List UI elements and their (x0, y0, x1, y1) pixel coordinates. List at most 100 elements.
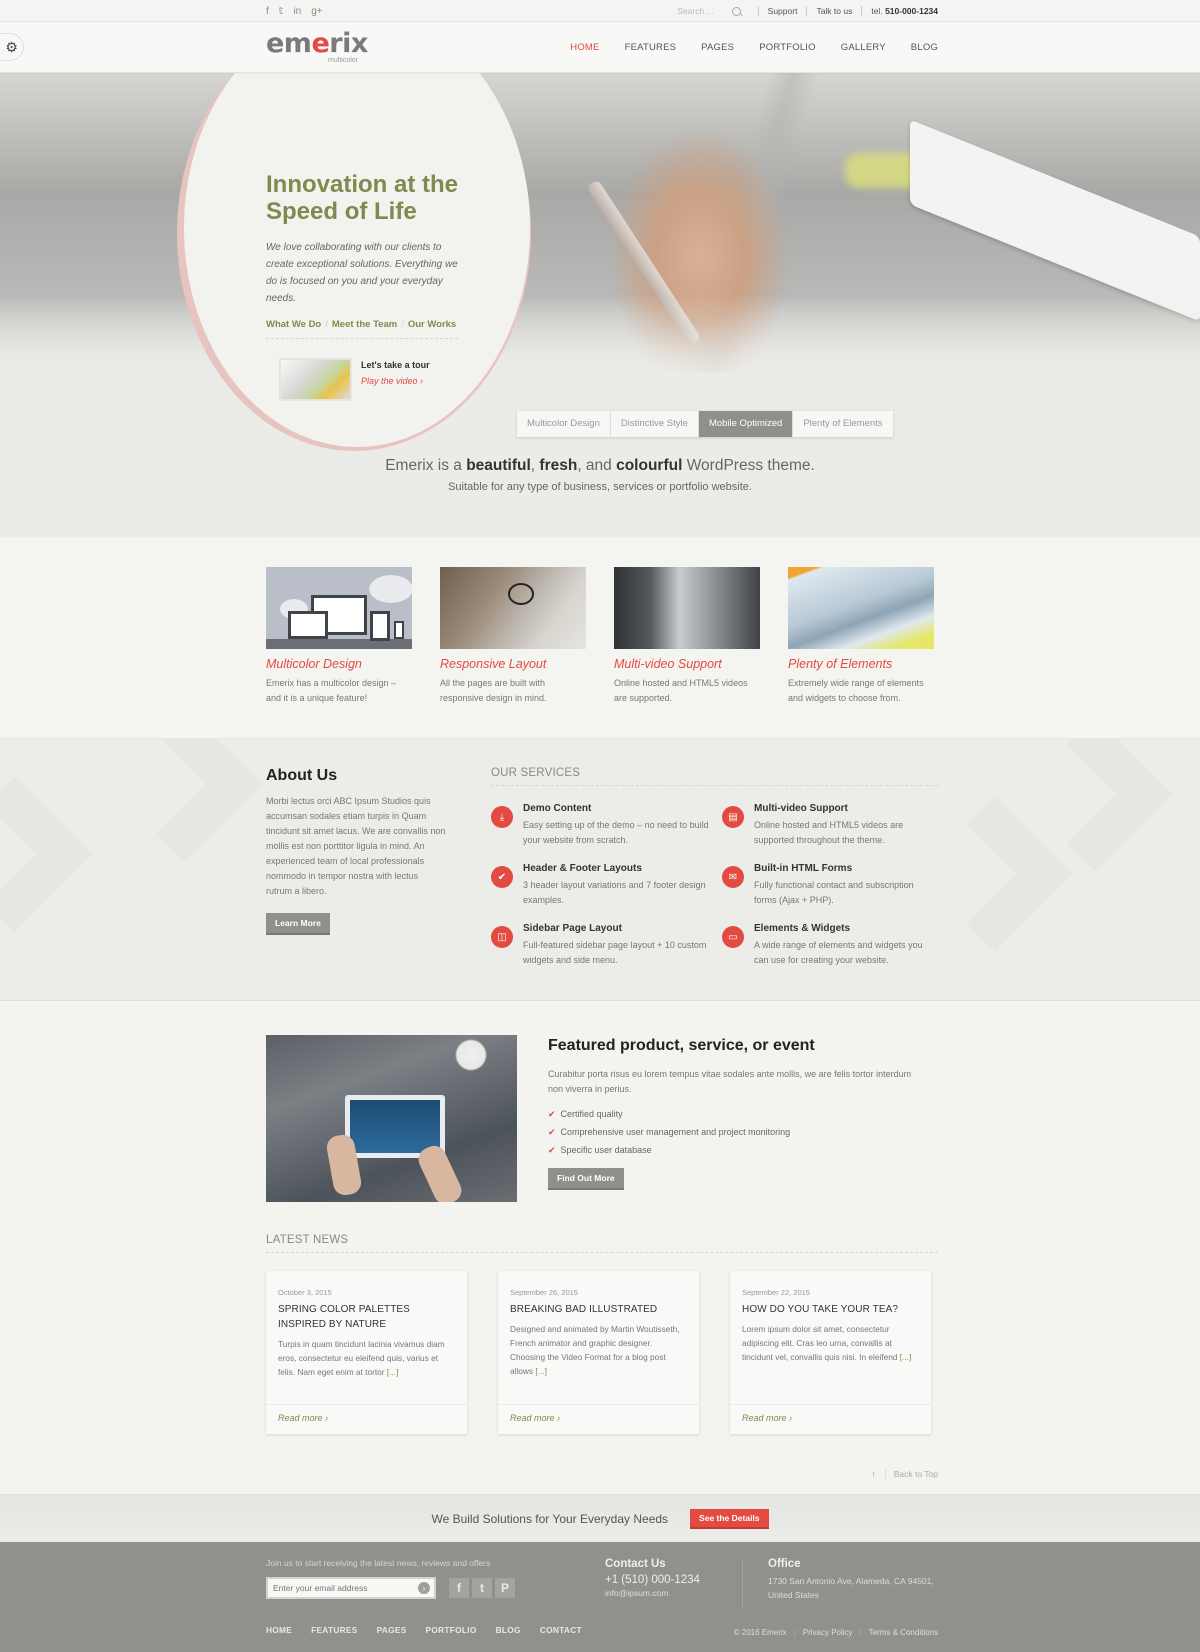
feature-title[interactable]: Multicolor Design (266, 657, 412, 671)
terms-link[interactable]: Terms & Conditions (869, 1628, 938, 1637)
facebook-icon[interactable]: f (266, 6, 269, 17)
separator: / (401, 319, 404, 330)
see-details-button[interactable]: See the Details (690, 1508, 769, 1529)
news-date: September 26, 2015 (510, 1288, 578, 1297)
search-input[interactable]: Search ... (677, 6, 713, 16)
service-item: ✔ Header & Footer Layouts 3 header layout… (491, 863, 722, 908)
footer-legal: © 2016 Emerix | Privacy Policy | Terms & Con… (734, 1628, 938, 1637)
nav-features[interactable]: FEATURES (625, 42, 677, 53)
newsletter-text: Join us to start receiving the latest ne… (266, 1558, 491, 1568)
news-title[interactable]: HOW DO YOU TAKE YOUR TEA? (742, 1302, 919, 1317)
contact-title: Contact Us (605, 1558, 666, 1570)
read-more-link[interactable]: Read more › (498, 1404, 699, 1434)
service-title: Built-in HTML Forms (754, 863, 853, 874)
news-card: October 3, 2015 SPRING COLOR PALETTES IN… (266, 1271, 467, 1434)
feature-image-elements[interactable] (788, 567, 934, 649)
back-to-top[interactable]: ↑ Back to Top (266, 1464, 938, 1484)
linkedin-icon[interactable]: in (293, 6, 301, 17)
tab-mobile-optimized[interactable]: Mobile Optimized (698, 411, 794, 437)
our-works-link[interactable]: Our Works (408, 319, 456, 330)
nav-home[interactable]: HOME (570, 42, 599, 53)
what-we-do-link[interactable]: What We Do (266, 319, 321, 330)
footer-nav-contact[interactable]: CONTACT (540, 1625, 582, 1635)
hero-section: Innovation at the Speed of Life We love … (0, 73, 1200, 465)
top-social-links: f 𝕥 in g+ (266, 6, 323, 17)
feature-image-responsive[interactable] (440, 567, 586, 649)
tab-distinctive-style[interactable]: Distinctive Style (611, 411, 699, 437)
footer-nav: HOME FEATURES PAGES PORTFOLIO BLOG CONTA… (266, 1625, 591, 1635)
footer-nav-portfolio[interactable]: PORTFOLIO (426, 1625, 477, 1635)
tab-multicolor-design[interactable]: Multicolor Design (517, 411, 611, 437)
about-text: Morbi lectus orci ABC Ipsum Studios quis… (266, 796, 446, 896)
feature-image-multivideo[interactable] (614, 567, 760, 649)
email-input[interactable] (273, 1583, 413, 1593)
logo[interactable]: emerix multicolor (266, 28, 368, 65)
facebook-icon[interactable]: f (449, 1578, 469, 1598)
support-link[interactable]: Support (768, 6, 798, 16)
search-icon[interactable] (731, 6, 741, 16)
service-title: Header & Footer Layouts (523, 863, 642, 874)
top-search[interactable]: Search ... (677, 6, 741, 16)
talk-to-us-link[interactable]: Talk to us (816, 6, 852, 16)
nav-blog[interactable]: BLOG (911, 42, 938, 53)
nav-pages[interactable]: PAGES (701, 42, 734, 53)
contact-email[interactable]: info@ipsum.com (605, 1588, 742, 1598)
learn-more-button[interactable]: Learn More (266, 913, 330, 935)
office-address: 1730 San Antonio Ave, Alameda, CA 94501,… (768, 1576, 934, 1600)
download-icon: ⤓ (491, 806, 513, 828)
privacy-policy-link[interactable]: Privacy Policy (803, 1628, 853, 1637)
hero-title: Innovation at the Speed of Life (266, 171, 466, 225)
excerpt-more-link[interactable]: [...] (535, 1366, 547, 1376)
feature-text: Extremely wide range of elements and wid… (788, 678, 924, 703)
tab-plenty-of-elements[interactable]: Plenty of Elements (793, 411, 892, 437)
hero-content: Innovation at the Speed of Life We love … (266, 171, 466, 401)
service-item: ✉ Built-in HTML Forms Fully functional co… (722, 863, 938, 908)
feature-image-multicolor[interactable] (266, 567, 412, 649)
tel-number: 510-000-1234 (885, 6, 938, 16)
news-title[interactable]: SPRING COLOR PALETTES INSPIRED BY NATURE (278, 1302, 455, 1332)
play-video-link[interactable]: Play the video › (361, 376, 430, 386)
service-text: Full-featured sidebar page layout + 10 c… (523, 940, 707, 965)
meet-the-team-link[interactable]: Meet the Team (332, 319, 397, 330)
twitter-icon[interactable]: t (472, 1578, 492, 1598)
news-title[interactable]: BREAKING BAD ILLUSTRATED (510, 1302, 687, 1317)
contact-phone[interactable]: +1 (510) 000-1234 (605, 1574, 742, 1586)
nav-gallery[interactable]: GALLERY (841, 42, 886, 53)
feature-title[interactable]: Multi-video Support (614, 657, 760, 671)
footer-nav-features[interactable]: FEATURES (311, 1625, 358, 1635)
check-icon: ✔ (491, 866, 513, 888)
news-excerpt: Designed and animated by Martin Woutisse… (510, 1324, 680, 1376)
back-to-top-label: Back to Top (893, 1469, 938, 1479)
logo-text: emerix (266, 28, 368, 59)
footer-contact: Contact Us +1 (510) 000-1234 info@ipsum.… (591, 1558, 743, 1608)
checklist-item: ✔ Comprehensive user management and proje… (548, 1127, 791, 1137)
read-more-link[interactable]: Read more › (730, 1404, 931, 1434)
cta-text: We Build Solutions for Your Everyday Nee… (431, 1511, 669, 1526)
service-item: ▤ Multi-video Support Online hosted and H… (722, 803, 938, 848)
footer-nav-pages[interactable]: PAGES (377, 1625, 407, 1635)
site-footer: Join us to start receiving the latest ne… (0, 1542, 1200, 1652)
pinterest-icon[interactable]: P (495, 1578, 515, 1598)
check-icon: ✔ (548, 1145, 556, 1155)
featured-image (266, 1035, 517, 1202)
feature-text: All the pages are built with responsive … (440, 678, 547, 703)
monitor-icon: ▭ (722, 926, 744, 948)
tour-video-thumbnail[interactable] (279, 358, 352, 401)
tagline-section: Emerix is a beautiful, fresh, and colour… (0, 457, 1200, 537)
hero-tabs: Multicolor Design Distinctive Style Mobi… (517, 411, 893, 437)
feature-title[interactable]: Plenty of Elements (788, 657, 934, 671)
hand-graphic (414, 1141, 466, 1202)
googleplus-icon[interactable]: g+ (311, 6, 322, 17)
service-item: ◫ Sidebar Page Layout Full-featured sideb… (491, 923, 722, 968)
excerpt-more-link[interactable]: [...] (900, 1352, 912, 1362)
read-more-link[interactable]: Read more › (266, 1404, 467, 1434)
gear-icon: ⚙ (5, 38, 18, 55)
twitter-icon[interactable]: 𝕥 (279, 6, 284, 17)
feature-title[interactable]: Responsive Layout (440, 657, 586, 671)
footer-nav-blog[interactable]: BLOG (496, 1625, 521, 1635)
office-title: Office (768, 1558, 801, 1570)
nav-portfolio[interactable]: PORTFOLIO (759, 42, 816, 53)
find-out-more-button[interactable]: Find Out More (548, 1168, 624, 1190)
excerpt-more-link[interactable]: [...] (387, 1367, 399, 1377)
footer-nav-home[interactable]: HOME (266, 1625, 292, 1635)
